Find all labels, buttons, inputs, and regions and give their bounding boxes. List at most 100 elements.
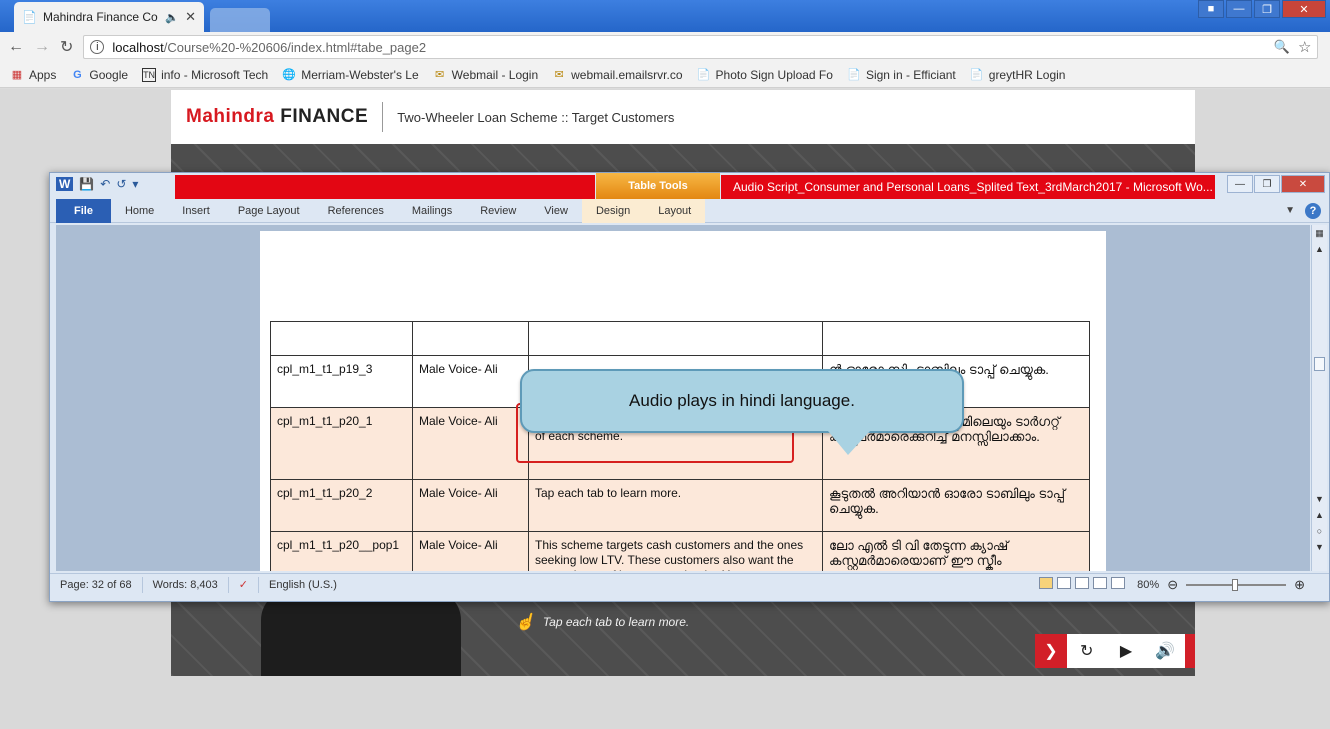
- table-row: [270, 321, 1090, 356]
- course-title: Two-Wheeler Loan Scheme :: Target Custom…: [397, 109, 675, 125]
- tab-file[interactable]: File: [56, 198, 111, 223]
- tab-title: Mahindra Finance Co: [42, 10, 158, 24]
- bookmark-merriam-webster[interactable]: 🌐 Merriam-Webster's Le: [282, 68, 418, 82]
- row-text[interactable]: This scheme targets cash customers and t…: [528, 531, 823, 571]
- bookmarks-bar: ▦ Apps G Google TN info - Microsoft Tech 🌐 M…: [0, 62, 1330, 88]
- bookmark-webmail-emailsrvr[interactable]: ✉ webmail.emailsrvr.co: [552, 68, 683, 82]
- bookmark-greythr[interactable]: 📄 greytHR Login: [970, 68, 1066, 82]
- tab-references[interactable]: References: [314, 199, 398, 223]
- help-icon[interactable]: ?: [1305, 202, 1321, 219]
- bookmark-microsoft-tech[interactable]: TN info - Microsoft Tech: [142, 67, 268, 82]
- ruler-toggle-icon[interactable]: ▦: [1312, 225, 1327, 241]
- row-id[interactable]: cpl_m1_t1_p19_3: [270, 355, 413, 408]
- ribbon-collapse-icon[interactable]: ▼: [1285, 205, 1295, 216]
- prev-page-icon[interactable]: ▲: [1312, 507, 1327, 523]
- word-window-controls: — ❐ ✕: [1227, 175, 1325, 193]
- word-titlebar: W 💾 ↶ ↺ ▾ Table Tools Audio Script_Consu…: [50, 173, 1329, 199]
- row-malayalam[interactable]: കൂടുതൽ അറിയാൻ ഓരോ ടാബിലും ടാപ്പ് ചെയ്യുക…: [822, 479, 1090, 532]
- course-header: Mahindra FINANCE Two-Wheeler Loan Scheme…: [171, 90, 1195, 144]
- page-count[interactable]: Page: 32 of 68: [50, 576, 143, 593]
- tab-page-layout[interactable]: Page Layout: [224, 199, 314, 223]
- browser-tab-active[interactable]: 📄 Mahindra Finance Co 🔈 ✕: [14, 2, 204, 32]
- speaker-icon[interactable]: 🔈: [165, 11, 179, 24]
- select-browse-icon[interactable]: ○: [1312, 523, 1327, 539]
- scroll-down-icon[interactable]: ▼: [1312, 491, 1327, 507]
- restore-icon[interactable]: ❐: [1254, 175, 1280, 193]
- close-window-icon[interactable]: ✕: [1282, 0, 1326, 18]
- tab-view[interactable]: View: [530, 199, 582, 223]
- bookmark-apps[interactable]: ▦ Apps: [10, 68, 57, 82]
- close-tab-icon[interactable]: ✕: [185, 9, 196, 25]
- row-malayalam[interactable]: ലോ എൽ ടി വി തേടുന്ന ക്യാഷ് കസ്റ്റമർമാരെയ…: [822, 531, 1090, 571]
- scroll-thumb[interactable]: [1314, 357, 1325, 371]
- hand-tap-icon: ☝: [515, 614, 535, 631]
- minimize-icon[interactable]: —: [1226, 0, 1252, 18]
- word-count[interactable]: Words: 8,403: [143, 576, 229, 593]
- tab-design[interactable]: Design: [581, 198, 645, 223]
- address-bar[interactable]: i localhost/Course%20-%20606/index.html#…: [83, 35, 1319, 59]
- row-id[interactable]: cpl_m1_t1_p20_1: [270, 407, 413, 480]
- url-path: /Course%20-%20606/index.html#tabe_page2: [163, 39, 427, 55]
- draft-icon[interactable]: [1111, 577, 1126, 589]
- mahindra-finance-logo: Mahindra FINANCE: [186, 106, 369, 127]
- row-voice[interactable]: Male Voice- Ali: [412, 407, 529, 480]
- full-screen-reading-icon[interactable]: [1057, 577, 1072, 589]
- row-voice[interactable]: Male Voice- Ali: [412, 355, 529, 408]
- mail-icon: ✉: [554, 69, 564, 81]
- bookmark-efficiant[interactable]: 📄 Sign in - Efficiant: [847, 68, 956, 82]
- row-voice[interactable]: Male Voice- Ali: [412, 479, 529, 532]
- undo-icon[interactable]: ↶: [100, 177, 110, 191]
- web-layout-icon[interactable]: [1075, 577, 1090, 589]
- close-window-icon[interactable]: ✕: [1281, 175, 1325, 193]
- outline-icon[interactable]: [1093, 577, 1108, 589]
- info-icon[interactable]: i: [90, 40, 105, 54]
- table-row: cpl_m1_t1_p20__pop1 Male Voice- Ali This…: [270, 531, 1090, 571]
- row-text[interactable]: Tap each tab to learn more.: [528, 479, 823, 532]
- next-arrow-icon[interactable]: ❯: [1035, 634, 1067, 668]
- save-icon[interactable]: 💾: [79, 177, 94, 191]
- print-layout-icon[interactable]: [1039, 577, 1054, 589]
- restore-icon[interactable]: ❐: [1254, 0, 1280, 18]
- row-id[interactable]: cpl_m1_t1_p20__pop1: [270, 531, 413, 571]
- scroll-up-icon[interactable]: ▲: [1312, 241, 1327, 257]
- tab-mailings[interactable]: Mailings: [398, 199, 466, 223]
- search-icon[interactable]: 🔍: [1274, 39, 1290, 55]
- page-icon: 📄: [696, 69, 711, 81]
- title-highlight-bar: [175, 175, 595, 199]
- zoom-out-icon[interactable]: ⊖: [1167, 577, 1178, 593]
- zoom-level[interactable]: 80%: [1137, 579, 1159, 591]
- mail-icon: ✉: [435, 69, 445, 81]
- proofing-status[interactable]: ✓: [229, 576, 260, 593]
- forward-arrow-icon[interactable]: →: [34, 38, 50, 56]
- qat-dropdown-icon[interactable]: ▾: [132, 177, 138, 191]
- replay-icon[interactable]: ↻: [1067, 634, 1106, 668]
- row-id[interactable]: cpl_m1_t1_p20_2: [270, 479, 413, 532]
- reload-icon[interactable]: ↻: [60, 37, 73, 57]
- quick-access-toolbar: W 💾 ↶ ↺ ▾: [56, 177, 138, 191]
- tab-home[interactable]: Home: [111, 199, 168, 223]
- back-arrow-icon[interactable]: ←: [8, 38, 24, 56]
- bookmark-google[interactable]: G Google: [70, 68, 128, 82]
- tab-review[interactable]: Review: [466, 199, 530, 223]
- star-icon[interactable]: ☆: [1298, 38, 1311, 56]
- user-profile-icon[interactable]: ■: [1198, 0, 1224, 18]
- row-voice[interactable]: Male Voice- Ali: [412, 531, 529, 571]
- bookmark-webmail-login[interactable]: ✉ Webmail - Login: [433, 68, 538, 82]
- page-icon: 📄: [969, 69, 984, 81]
- volume-icon[interactable]: 🔊: [1146, 634, 1185, 668]
- word-app-icon[interactable]: W: [56, 177, 74, 191]
- language-indicator[interactable]: English (U.S.): [259, 577, 347, 593]
- vertical-scrollbar[interactable]: ▦ ▲ ▼ ▲ ○ ▼: [1311, 225, 1327, 571]
- window-controls: ■ — ❐ ✕: [1198, 0, 1326, 18]
- minimize-icon[interactable]: —: [1227, 175, 1253, 193]
- tab-layout[interactable]: Layout: [644, 198, 706, 223]
- status-bar: Page: 32 of 68 Words: 8,403 ✓ English (U…: [50, 573, 1329, 595]
- zoom-slider[interactable]: [1186, 578, 1287, 591]
- play-icon[interactable]: ▶: [1106, 634, 1145, 668]
- redo-icon[interactable]: ↺: [116, 177, 126, 191]
- tab-insert[interactable]: Insert: [168, 199, 224, 223]
- zoom-in-icon[interactable]: ⊕: [1294, 577, 1305, 593]
- bookmark-photo-sign[interactable]: 📄 Photo Sign Upload Fo: [697, 68, 833, 82]
- browser-tab-inactive[interactable]: [210, 8, 270, 32]
- next-page-icon[interactable]: ▼: [1312, 539, 1327, 555]
